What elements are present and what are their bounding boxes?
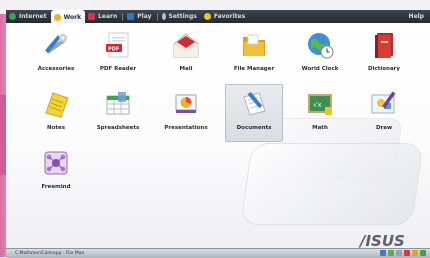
tab-label: Play bbox=[137, 13, 152, 20]
app-label: Spreadsheets bbox=[96, 125, 140, 131]
category-tab-bar: Internet Work Learn Play Settings Favori… bbox=[6, 10, 430, 24]
tab-work[interactable]: Work bbox=[50, 10, 86, 24]
app-label: Mail bbox=[179, 66, 193, 72]
app-label: Presentations bbox=[164, 125, 208, 131]
app-notes[interactable]: Notes bbox=[28, 85, 84, 141]
globe-clock-icon bbox=[305, 30, 335, 60]
app-draw[interactable]: Draw bbox=[356, 85, 412, 141]
app-file-manager[interactable]: File Manager bbox=[226, 26, 282, 82]
app-label: Documents bbox=[236, 125, 272, 131]
network-icon[interactable] bbox=[380, 250, 386, 256]
app-label: World Clock bbox=[301, 66, 339, 72]
tab-separator bbox=[122, 12, 124, 21]
app-freemind[interactable]: Freemind bbox=[28, 144, 84, 200]
app-label: Dictionary bbox=[368, 66, 400, 72]
settings-icon bbox=[161, 13, 166, 20]
internet-icon bbox=[9, 13, 16, 20]
app-spreadsheets[interactable]: Spreadsheets bbox=[90, 85, 146, 141]
wrench-screwdriver-icon bbox=[41, 30, 71, 60]
book-icon bbox=[369, 30, 399, 60]
help-button[interactable]: Help bbox=[406, 10, 430, 23]
tab-label: Favorites bbox=[213, 13, 246, 20]
work-icon bbox=[53, 13, 61, 21]
learn-icon bbox=[88, 13, 96, 20]
app-label: Freemind bbox=[41, 184, 71, 190]
battery-icon[interactable] bbox=[388, 250, 394, 256]
launcher-desktop: Accessories PDF PDF Reader Mail File Man… bbox=[6, 23, 430, 252]
taskbar-window-title: C:Mathmer/Calmapp - File Man bbox=[15, 251, 85, 256]
tab-play[interactable]: Play bbox=[124, 10, 155, 23]
star-icon bbox=[203, 13, 211, 20]
svg-text:PDF: PDF bbox=[108, 47, 119, 53]
wireless-icon[interactable] bbox=[420, 250, 426, 256]
app-dictionary[interactable]: Dictionary bbox=[356, 26, 412, 82]
tab-label: Learn bbox=[98, 13, 118, 20]
app-presentations[interactable]: Presentations bbox=[158, 85, 214, 141]
math-board-icon: √x bbox=[305, 89, 335, 119]
alert-icon[interactable] bbox=[404, 250, 410, 256]
app-pdf-reader[interactable]: PDF PDF Reader bbox=[90, 26, 146, 82]
svg-text:√x: √x bbox=[313, 101, 322, 109]
tab-label: Work bbox=[63, 13, 82, 21]
app-documents[interactable]: Documents bbox=[225, 84, 283, 142]
app-mail[interactable]: Mail bbox=[158, 26, 214, 82]
presentation-icon bbox=[171, 89, 201, 119]
mindmap-icon bbox=[41, 148, 71, 178]
language-icon[interactable] bbox=[412, 250, 418, 256]
taskbar-window-button[interactable]: C:Mathmer/Calmapp - File Man bbox=[12, 250, 87, 257]
tab-favorites[interactable]: Favorites bbox=[201, 10, 249, 23]
pdf-document-icon: PDF bbox=[103, 30, 133, 60]
tab-label: Settings bbox=[168, 13, 197, 20]
app-world-clock[interactable]: World Clock bbox=[292, 26, 348, 82]
spreadsheet-icon bbox=[103, 89, 133, 119]
envelope-icon bbox=[171, 30, 201, 60]
app-label: Notes bbox=[46, 125, 65, 131]
play-icon bbox=[127, 13, 135, 20]
system-tray bbox=[380, 250, 426, 256]
app-label: Draw bbox=[375, 125, 393, 131]
volume-icon[interactable] bbox=[396, 250, 402, 256]
app-accessories[interactable]: Accessories bbox=[28, 26, 84, 82]
app-label: Math bbox=[312, 125, 328, 131]
app-label: Accessories bbox=[37, 66, 75, 72]
help-label: Help bbox=[408, 13, 424, 20]
tab-internet[interactable]: Internet bbox=[6, 10, 51, 23]
drawing-icon bbox=[369, 89, 399, 119]
folder-icon bbox=[239, 30, 269, 60]
background-decoration bbox=[240, 143, 424, 225]
tab-settings[interactable]: Settings bbox=[159, 10, 201, 23]
tab-separator bbox=[156, 12, 158, 21]
notepad-icon bbox=[41, 89, 71, 119]
tab-label: Internet bbox=[19, 13, 47, 20]
app-math[interactable]: √x Math bbox=[292, 85, 348, 141]
app-label: PDF Reader bbox=[99, 66, 137, 72]
tab-learn[interactable]: Learn bbox=[85, 10, 121, 23]
document-pencil-icon bbox=[239, 89, 269, 119]
app-label: File Manager bbox=[233, 66, 275, 72]
